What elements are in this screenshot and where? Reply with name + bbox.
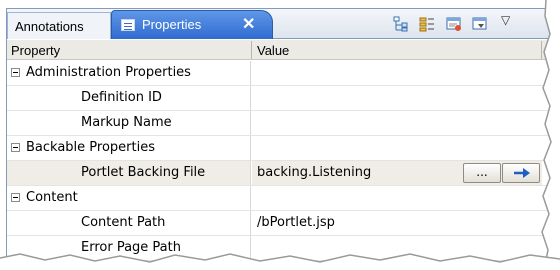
view-menu-icon[interactable] — [472, 16, 488, 32]
column-divider[interactable] — [251, 41, 252, 59]
value-cell — [252, 186, 542, 210]
value-text: /bPortlet.jsp — [257, 215, 335, 230]
collapse-icon[interactable] — [11, 68, 20, 77]
tab-properties-label: Properties — [142, 17, 202, 32]
close-icon[interactable]: ✕ — [242, 14, 255, 34]
value-text: backing.Listening — [257, 165, 372, 180]
table-header: Property Value — [7, 40, 551, 60]
table-row[interactable]: Backable Properties — [7, 136, 551, 161]
table-row[interactable]: Content Path /bPortlet.jsp — [7, 211, 551, 236]
browse-button[interactable]: ... — [463, 163, 501, 183]
property-cell: Content — [7, 186, 251, 210]
properties-view: Annotations Properties ✕ ▽ Property Valu… — [6, 8, 552, 270]
category-label: Administration Properties — [26, 65, 191, 80]
property-cell: Portlet Backing File — [7, 161, 251, 185]
table-row[interactable]: Definition ID — [7, 86, 551, 111]
table-row-selected[interactable]: Portlet Backing File backing.Listening .… — [7, 161, 551, 186]
open-file-button[interactable] — [502, 163, 540, 183]
property-cell: Backable Properties — [7, 136, 251, 160]
view-tab-bar: Annotations Properties ✕ ▽ — [7, 9, 551, 39]
property-cell: Content Path — [7, 211, 251, 235]
table-row[interactable]: Markup Name — [7, 111, 551, 136]
property-cell: Definition ID — [7, 86, 251, 110]
value-cell[interactable]: backing.Listening ... — [252, 161, 542, 185]
tab-properties[interactable]: Properties ✕ — [111, 10, 273, 39]
arrow-right-icon — [514, 168, 530, 178]
table-row[interactable]: Administration Properties — [7, 61, 551, 86]
value-cell[interactable]: /bPortlet.jsp — [252, 211, 542, 235]
collapse-icon[interactable] — [11, 143, 20, 152]
value-cell — [252, 136, 542, 160]
property-label: Definition ID — [81, 90, 162, 105]
torn-edge-decoration — [0, 253, 560, 270]
restore-default-icon[interactable] — [446, 16, 462, 32]
property-cell: Administration Properties — [7, 61, 251, 85]
table-row[interactable]: Content — [7, 186, 551, 211]
category-label: Content — [26, 190, 78, 205]
property-label: Content Path — [81, 215, 166, 230]
property-label: Markup Name — [81, 115, 172, 130]
value-cell[interactable] — [252, 111, 542, 135]
property-cell: Markup Name — [7, 111, 251, 135]
property-tree: Administration Properties Definition ID … — [7, 61, 551, 261]
column-header-value[interactable]: Value — [257, 43, 289, 58]
properties-tab-icon — [121, 19, 135, 31]
tab-annotations-label: Annotations — [15, 19, 84, 34]
show-advanced-icon[interactable] — [419, 16, 435, 32]
tab-annotations[interactable]: Annotations — [7, 12, 111, 39]
category-label: Backable Properties — [26, 140, 155, 155]
torn-edge-decoration — [541, 0, 560, 270]
property-label: Portlet Backing File — [81, 165, 206, 180]
collapse-icon[interactable] — [11, 193, 20, 202]
chevron-down-icon[interactable]: ▽ — [501, 13, 510, 27]
value-cell — [252, 61, 542, 85]
column-header-property[interactable]: Property — [11, 43, 60, 58]
show-categories-icon[interactable] — [393, 16, 409, 32]
value-cell[interactable] — [252, 86, 542, 110]
